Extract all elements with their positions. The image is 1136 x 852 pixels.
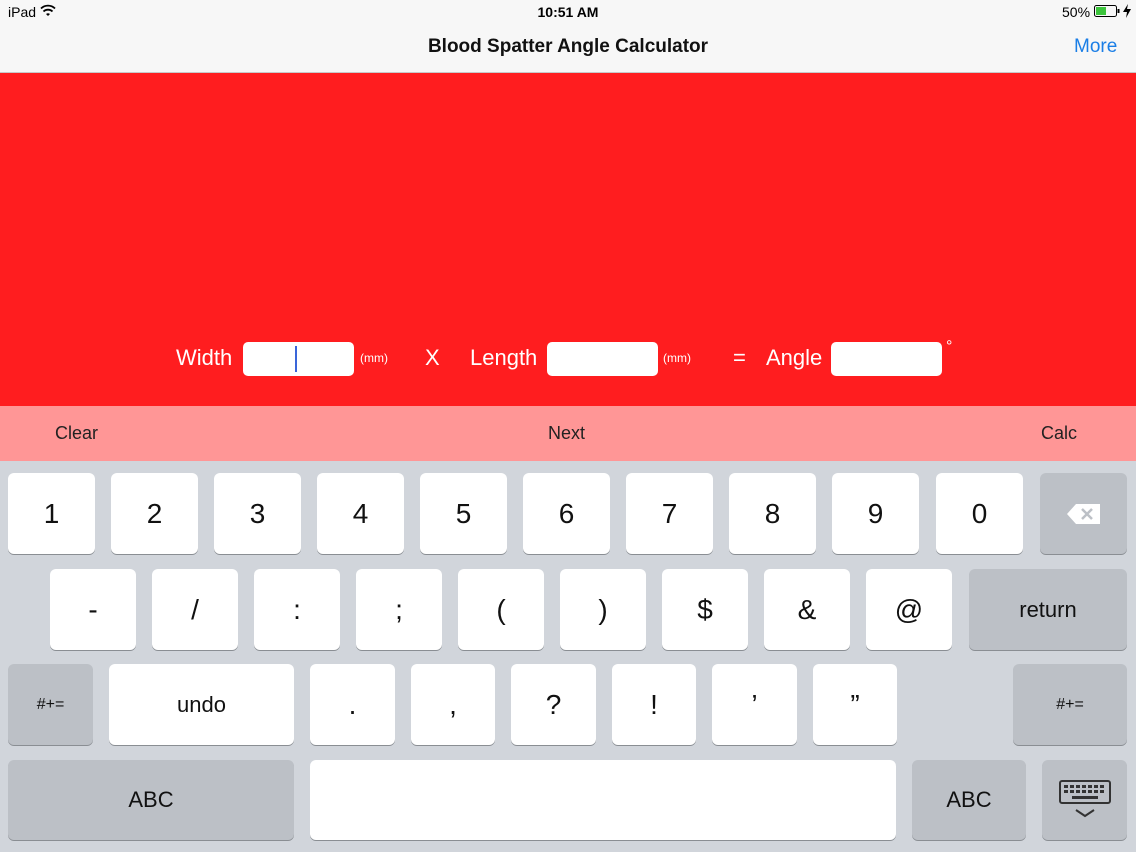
key-comma[interactable]: , bbox=[411, 664, 495, 745]
key-exclamation[interactable]: ! bbox=[612, 664, 696, 745]
key-6[interactable]: 6 bbox=[523, 473, 610, 554]
key-7[interactable]: 7 bbox=[626, 473, 713, 554]
width-input[interactable] bbox=[243, 342, 354, 376]
key-0[interactable]: 0 bbox=[936, 473, 1023, 554]
delete-icon bbox=[1066, 503, 1100, 524]
charging-icon bbox=[1123, 4, 1131, 18]
key-question[interactable]: ? bbox=[511, 664, 596, 745]
space-key[interactable] bbox=[310, 760, 896, 840]
backspace-key[interactable] bbox=[1040, 473, 1127, 554]
undo-key[interactable]: undo bbox=[109, 664, 294, 745]
key-open-paren[interactable]: ( bbox=[458, 569, 544, 650]
key-4[interactable]: 4 bbox=[317, 473, 404, 554]
page-title: Blood Spatter Angle Calculator bbox=[427, 36, 709, 57]
length-label: Length bbox=[470, 345, 538, 370]
key-close-paren[interactable]: ) bbox=[560, 569, 646, 650]
input-toolbar: Clear Next Calc bbox=[0, 406, 1136, 461]
multiply-sign: X bbox=[425, 345, 440, 370]
key-hyphen[interactable]: - bbox=[50, 569, 136, 650]
key-dollar[interactable]: $ bbox=[662, 569, 748, 650]
navigation-bar: Blood Spatter Angle Calculator More bbox=[0, 24, 1136, 73]
key-period[interactable]: . bbox=[310, 664, 395, 745]
key-quote[interactable]: ” bbox=[813, 664, 897, 745]
equals-sign: = bbox=[733, 345, 746, 370]
length-input[interactable] bbox=[547, 342, 658, 376]
symbols-key-left[interactable]: #+= bbox=[8, 664, 93, 745]
next-button[interactable]: Next bbox=[548, 423, 585, 444]
more-button[interactable]: More bbox=[1074, 36, 1117, 58]
abc-key-left[interactable]: ABC bbox=[8, 760, 294, 840]
key-ampersand[interactable]: & bbox=[764, 569, 850, 650]
key-5[interactable]: 5 bbox=[420, 473, 507, 554]
degree-symbol: ° bbox=[946, 338, 953, 355]
key-colon[interactable]: : bbox=[254, 569, 340, 650]
key-semicolon[interactable]: ; bbox=[356, 569, 442, 650]
key-2[interactable]: 2 bbox=[111, 473, 198, 554]
return-key[interactable]: return bbox=[969, 569, 1127, 650]
keyboard-dismiss-icon bbox=[1058, 780, 1111, 818]
length-unit: (mm) bbox=[663, 351, 691, 365]
status-bar: iPad 10:51 AM 50% bbox=[0, 0, 1136, 24]
key-slash[interactable]: / bbox=[152, 569, 238, 650]
clear-button[interactable]: Clear bbox=[55, 423, 98, 444]
key-9[interactable]: 9 bbox=[832, 473, 919, 554]
angle-output[interactable] bbox=[831, 342, 942, 376]
angle-label: Angle bbox=[766, 345, 823, 370]
text-cursor bbox=[295, 346, 297, 372]
width-label: Width bbox=[176, 345, 233, 370]
abc-key-right[interactable]: ABC bbox=[912, 760, 1026, 840]
battery-percent: 50% bbox=[1062, 4, 1091, 20]
clock: 10:51 AM bbox=[537, 4, 599, 20]
key-8[interactable]: 8 bbox=[729, 473, 816, 554]
symbols-key-right[interactable]: #+= bbox=[1013, 664, 1127, 745]
dismiss-keyboard-key[interactable] bbox=[1042, 760, 1127, 840]
calc-button[interactable]: Calc bbox=[1041, 423, 1077, 444]
width-unit: (mm) bbox=[360, 351, 388, 365]
key-apostrophe[interactable]: ’ bbox=[712, 664, 797, 745]
key-at[interactable]: @ bbox=[866, 569, 952, 650]
key-3[interactable]: 3 bbox=[214, 473, 301, 554]
key-1[interactable]: 1 bbox=[8, 473, 95, 554]
battery-icon bbox=[1094, 5, 1120, 17]
